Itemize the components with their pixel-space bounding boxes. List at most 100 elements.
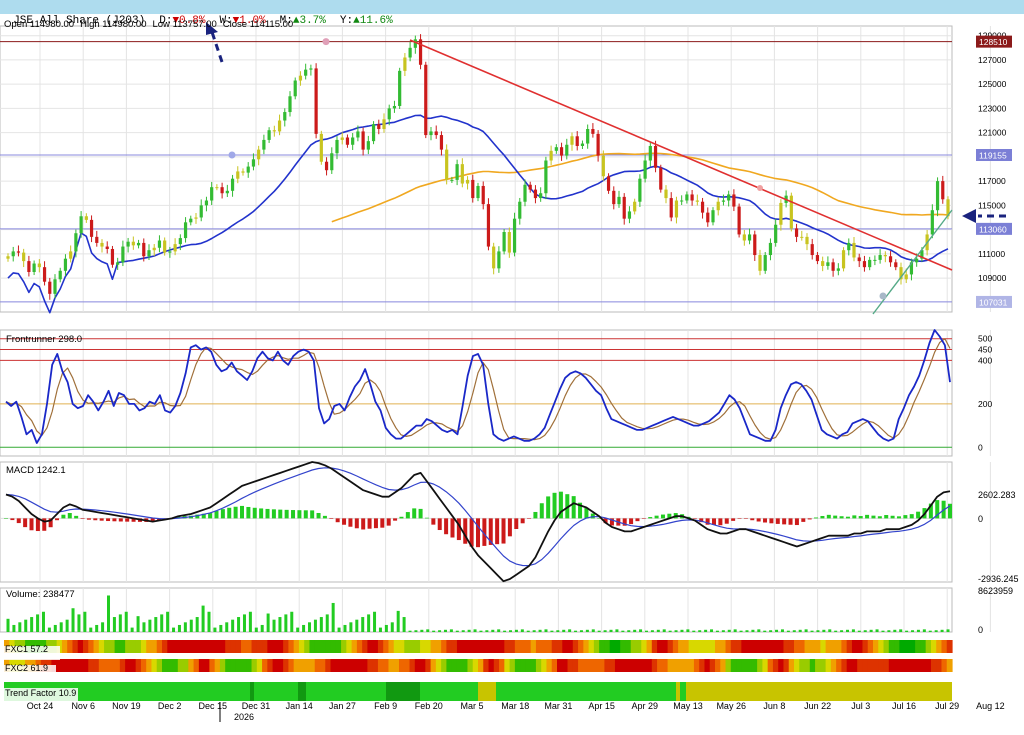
macd-histogram-bar — [909, 514, 914, 519]
macd-histogram-bar — [431, 518, 436, 525]
fxc1-cell — [293, 640, 300, 653]
volume-bar — [881, 630, 885, 632]
candle-body — [183, 222, 188, 239]
volume-bar — [686, 629, 690, 632]
macd-histogram-bar — [297, 510, 302, 519]
x-tick-label: Mar 5 — [460, 701, 483, 711]
macd-histogram-bar — [648, 517, 653, 519]
candle-body — [674, 200, 679, 218]
volume-bar — [698, 630, 702, 632]
candle-body — [163, 240, 167, 253]
fxc2-cell — [246, 659, 253, 672]
fxc1-cell — [351, 640, 358, 653]
candle-body — [930, 210, 934, 235]
fxc1-cell — [61, 640, 68, 653]
macd-histogram-bar — [590, 513, 595, 519]
macd-histogram-bar — [833, 515, 838, 519]
fxc1-cell — [899, 640, 906, 653]
x-tick-label: Jul 29 — [935, 701, 959, 711]
fxc2-cell — [904, 659, 911, 672]
fxc1-cell — [783, 640, 790, 653]
frontrunner-panel: 0 200 400450500 — [0, 329, 992, 452]
fxc2-cell — [657, 659, 663, 672]
volume-tick: 0 — [978, 625, 983, 635]
candle-body — [471, 179, 475, 199]
fxc2-cell — [704, 659, 711, 672]
macd-histogram-bar — [731, 518, 736, 521]
volume-bar — [887, 630, 891, 632]
volume-bar — [739, 630, 743, 632]
volume-bar — [863, 630, 867, 632]
macd-histogram-bar — [67, 512, 72, 519]
candle-body — [204, 200, 209, 206]
candle-body — [27, 261, 31, 273]
fxc2-cell — [341, 659, 347, 672]
fxc1-cell — [557, 640, 563, 653]
macd-histogram-bar — [865, 514, 870, 519]
fxc2-cell — [851, 659, 858, 672]
fxc1-cell — [499, 640, 505, 653]
candle-body — [403, 57, 407, 71]
fxc1-cell — [88, 640, 95, 653]
price-level-label: 113060 — [979, 224, 1007, 234]
candle-body — [460, 164, 464, 184]
candle-body — [48, 281, 52, 294]
candle-body — [706, 212, 710, 223]
candle-body — [465, 179, 470, 184]
candle-body — [16, 251, 21, 253]
fxc2-cell — [83, 659, 89, 672]
year-marker: 2026 — [234, 712, 254, 722]
trend-factor-segment — [298, 682, 306, 701]
candle-body — [309, 68, 313, 70]
fxc1-cell — [873, 640, 879, 653]
candle-body — [570, 136, 574, 145]
volume-bar — [597, 630, 601, 632]
candle-body — [747, 234, 752, 241]
candle-body — [549, 150, 553, 161]
stock-chart[interactable]: 1090001110001130001150001170001190001210… — [0, 14, 1024, 735]
candle-body — [847, 242, 851, 251]
arrow-left-icon — [962, 209, 976, 223]
volume-bar — [71, 608, 75, 632]
volume-bar — [237, 617, 241, 632]
candle-body — [272, 130, 276, 132]
macd-histogram-bar — [284, 509, 289, 519]
candle-body — [450, 179, 454, 181]
candle-body — [429, 131, 433, 136]
volume-bar — [520, 629, 524, 632]
volume-bar — [633, 629, 637, 632]
volume-bar — [692, 630, 696, 632]
fxc1-cell — [772, 640, 779, 653]
fxc1-cell — [794, 640, 800, 653]
fxc1-cell — [341, 640, 347, 653]
volume-bar — [384, 624, 388, 632]
fxc1-cell — [857, 640, 864, 653]
low-value: 113757.00 — [173, 19, 217, 30]
candle-body — [230, 178, 235, 191]
macd-histogram-bar — [507, 518, 512, 537]
fxc2-cell — [715, 659, 721, 672]
fxc1-cell — [672, 640, 679, 653]
candle-body — [596, 133, 600, 156]
volume-bar — [780, 629, 784, 632]
fxc2-cell — [662, 659, 669, 672]
volume-bar — [650, 630, 654, 632]
fxc1-cell — [778, 640, 785, 653]
fxc2-cell — [562, 659, 569, 672]
candle-body — [659, 167, 663, 190]
macd-histogram-bar — [476, 518, 480, 548]
fxc2-cell — [467, 659, 474, 672]
fxc1-cell — [867, 640, 874, 653]
x-tick-label: Jan 14 — [286, 701, 313, 711]
candle-body — [356, 131, 360, 138]
fxc2-cell — [778, 659, 785, 672]
x-tick-label: Nov 19 — [112, 701, 141, 711]
fxc2-cell — [320, 659, 326, 672]
fxc2-cell — [314, 659, 321, 672]
fxc1-cell — [446, 640, 453, 653]
macd-histogram-bar — [61, 514, 66, 519]
fxc2-cell — [725, 659, 732, 672]
fxc1-cell — [809, 640, 816, 653]
volume-bar — [905, 630, 909, 632]
fxc2-cell — [214, 659, 221, 672]
